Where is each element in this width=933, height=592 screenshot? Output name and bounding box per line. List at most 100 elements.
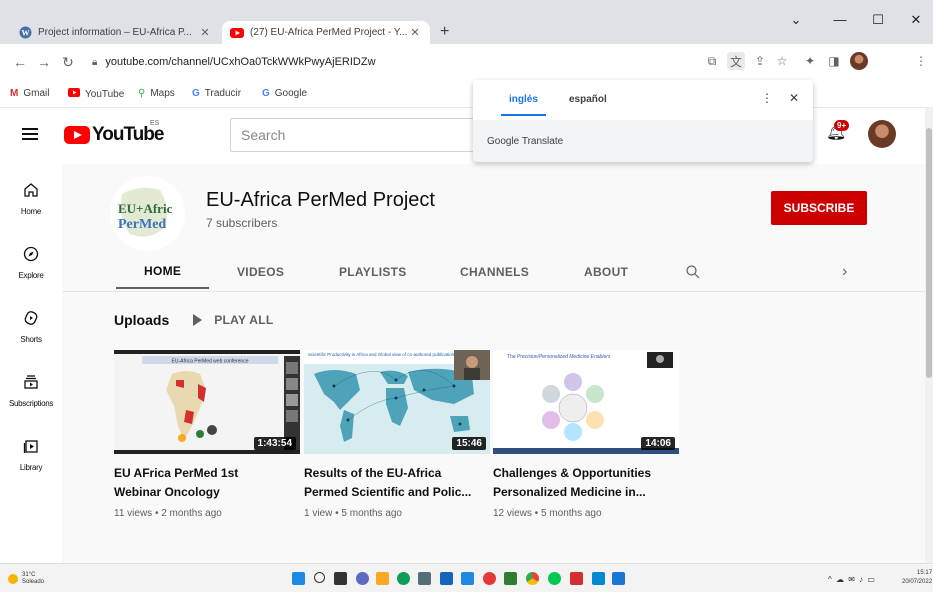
weather-desc: Soleado xyxy=(22,579,45,585)
close-window-icon[interactable]: ✕ xyxy=(906,12,926,28)
subscribe-button[interactable]: SUBSCRIBE xyxy=(771,191,867,225)
translate-tab-english[interactable]: inglés xyxy=(501,94,546,116)
maximize-icon[interactable]: ☐ xyxy=(868,12,888,28)
compass-icon xyxy=(0,246,62,268)
wordpress-favicon-icon: W xyxy=(18,26,32,40)
side-panel-icon[interactable]: ◨ xyxy=(825,52,843,70)
tab-close-icon[interactable]: ✕ xyxy=(198,26,212,39)
youtube-favicon-icon xyxy=(230,26,244,40)
forward-arrow-icon[interactable]: → xyxy=(32,54,56,70)
clock-date: 20/07/2022 xyxy=(902,579,933,585)
address-bar[interactable]: 🔒︎ youtube.com/channel/UCxhOa0TckWWkPwyA… xyxy=(92,50,592,74)
browser-tab-strip: W Project information – EU-Africa P... ✕… xyxy=(0,0,933,44)
sidebar-item-explore[interactable]: Explore xyxy=(0,246,62,280)
thumb-caption: EU-Africa PerMed web conference xyxy=(172,359,249,365)
scrollbar-thumb[interactable] xyxy=(926,128,932,378)
video-thumbnail[interactable]: The Precision/Personalized Medicine Enab… xyxy=(493,350,679,454)
tab-home[interactable]: HOME xyxy=(116,255,210,289)
sidebar-item-subscriptions[interactable]: Subscriptions xyxy=(0,374,62,408)
edge-icon[interactable] xyxy=(397,572,410,585)
teams-chat-icon[interactable] xyxy=(356,572,369,585)
hamburger-menu-icon[interactable] xyxy=(22,128,38,140)
app-icon[interactable] xyxy=(483,572,496,585)
video-duration: 1:43:54 xyxy=(253,437,296,450)
tab-search-icon[interactable]: ⌄ xyxy=(786,12,806,28)
tab-playlists[interactable]: PLAYLISTS xyxy=(339,255,407,289)
tab-close-icon[interactable]: ✕ xyxy=(408,26,422,39)
translate-footer: Google Translate xyxy=(473,120,813,162)
play-all-button[interactable]: PLAY ALL xyxy=(193,313,273,327)
chrome-icon[interactable] xyxy=(526,572,539,585)
acrobat-icon[interactable] xyxy=(570,572,583,585)
mail-icon[interactable] xyxy=(440,572,453,585)
minimize-icon[interactable]: — xyxy=(830,12,850,27)
play-icon xyxy=(193,314,203,326)
subscriptions-icon xyxy=(0,374,62,396)
chevron-right-icon[interactable]: › xyxy=(842,255,848,289)
new-tab-button[interactable]: + xyxy=(440,23,449,41)
install-app-icon[interactable]: ⧉ xyxy=(703,52,721,70)
task-view-icon[interactable] xyxy=(334,572,347,585)
reload-icon[interactable]: ↻ xyxy=(56,54,80,71)
extensions-puzzle-icon[interactable]: ✦ xyxy=(801,52,819,70)
youtube-logo[interactable]: YouTube ES xyxy=(64,120,164,146)
library-icon xyxy=(0,438,62,460)
uploads-title[interactable]: Uploads xyxy=(114,312,169,328)
store-icon[interactable] xyxy=(418,572,431,585)
page-scrollbar[interactable] xyxy=(925,108,933,563)
channel-avatar[interactable]: EU+Afric PerMed xyxy=(110,176,185,251)
sidebar-item-shorts[interactable]: Shorts xyxy=(0,310,62,344)
excel-icon[interactable] xyxy=(504,572,517,585)
sidebar-item-library[interactable]: Library xyxy=(0,438,62,472)
bookmark-traducir[interactable]: G Traducir xyxy=(192,88,241,99)
browser-tab-project-info[interactable]: W Project information – EU-Africa P... ✕ xyxy=(10,21,220,44)
browser-menu-icon[interactable]: ⋮ xyxy=(912,52,930,70)
tab-about[interactable]: ABOUT xyxy=(584,255,628,289)
bookmark-gmail[interactable]: M Gmail xyxy=(10,88,49,99)
video-title[interactable]: Results of the EU-Africa Permed Scientif… xyxy=(304,464,490,502)
video-card[interactable]: The Precision/Personalized Medicine Enab… xyxy=(493,350,679,519)
windows-taskbar: 31°C Soleado ^ ☁ ✉ ♪ ▭ 15:17 20/07/2022 xyxy=(0,563,933,592)
video-thumbnail[interactable]: EU-Africa PerMed web conference 1:43:54 xyxy=(114,350,300,454)
app-icon[interactable] xyxy=(592,572,605,585)
bookmark-youtube[interactable]: YouTube xyxy=(68,88,124,100)
bookmark-maps[interactable]: ⚲ Maps xyxy=(138,88,175,99)
browser-tab-youtube[interactable]: (27) EU-Africa PerMed Project - Y... ✕ xyxy=(222,21,430,44)
translate-close-icon[interactable]: ✕ xyxy=(789,91,799,105)
video-duration: 15:46 xyxy=(452,437,486,450)
weather-widget[interactable]: 31°C Soleado xyxy=(8,572,44,586)
search-icon[interactable] xyxy=(314,572,325,583)
google-translate-popup: inglés español ⋮ ✕ Google Translate xyxy=(473,80,813,162)
search-input[interactable]: Search xyxy=(230,118,480,152)
system-tray[interactable]: ^ ☁ ✉ ♪ ▭ xyxy=(828,575,876,584)
notifications-bell[interactable]: 🔔︎ 9+ xyxy=(826,120,850,144)
video-thumbnail[interactable]: Scientific Productivity in Africa and Gl… xyxy=(304,350,490,454)
video-card[interactable]: Scientific Productivity in Africa and Gl… xyxy=(304,350,490,519)
translate-tab-spanish[interactable]: español xyxy=(569,94,607,105)
video-title[interactable]: EU AFrica PerMed 1st Webinar Oncology xyxy=(114,464,300,502)
weather-temp: 31°C xyxy=(22,572,36,578)
channel-name: EU-Africa PerMed Project xyxy=(206,189,435,211)
bookmark-google[interactable]: G Google xyxy=(262,88,307,99)
channel-search-icon[interactable] xyxy=(686,255,700,289)
search-placeholder: Search xyxy=(241,127,286,143)
photos-icon[interactable] xyxy=(612,572,625,585)
back-arrow-icon[interactable]: ← xyxy=(8,54,32,70)
tab-videos[interactable]: VIDEOS xyxy=(237,255,284,289)
bookmark-star-icon[interactable]: ☆ xyxy=(773,52,791,70)
share-icon[interactable]: ⇪ xyxy=(751,52,769,70)
translate-icon[interactable]: 文 xyxy=(727,52,745,70)
video-card[interactable]: EU-Africa PerMed web conference 1:43:54 … xyxy=(114,350,300,519)
account-avatar[interactable] xyxy=(868,120,896,148)
tab-channels[interactable]: CHANNELS xyxy=(460,255,529,289)
start-icon[interactable] xyxy=(292,572,305,585)
profile-avatar-icon[interactable] xyxy=(850,52,868,70)
sidebar-item-home[interactable]: Home xyxy=(0,182,62,216)
translate-menu-icon[interactable]: ⋮ xyxy=(761,91,773,105)
youtube-icon xyxy=(68,88,80,100)
clock[interactable]: 15:17 20/07/2022 xyxy=(902,569,932,587)
word-icon[interactable] xyxy=(461,572,474,585)
whatsapp-icon[interactable] xyxy=(548,572,561,585)
video-title[interactable]: Challenges & Opportunities Personalized … xyxy=(493,464,679,502)
file-explorer-icon[interactable] xyxy=(376,572,389,585)
